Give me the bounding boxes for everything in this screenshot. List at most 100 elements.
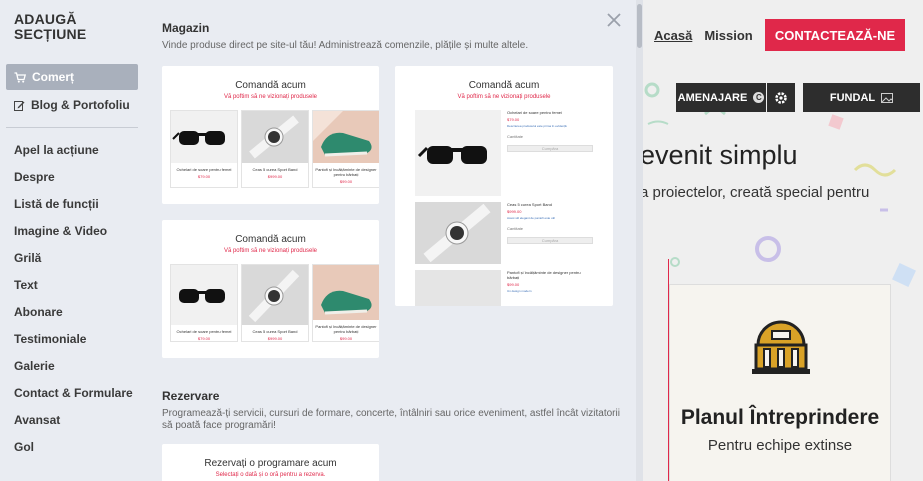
close-icon[interactable] [605, 11, 623, 29]
sidebar-item-contact[interactable]: Contact & Formulare [6, 380, 138, 406]
scrollbar-thumb[interactable] [637, 4, 642, 48]
panel-title: ADAUGĂ SECȚIUNE [14, 12, 86, 42]
watch-image [242, 265, 308, 325]
product-name: Pantofi și încălțăminte de designer pent… [507, 270, 581, 280]
product-price: $99.00 [507, 282, 520, 287]
product-name: Ochelari de soare pentru femei [176, 167, 232, 172]
building-icon [752, 320, 810, 374]
scrollbar[interactable] [636, 0, 643, 481]
shoe-image [313, 111, 379, 163]
product-price: $79.00 [197, 174, 211, 179]
section-title-booking: Rezervare [162, 389, 220, 403]
sidebar-item-blog[interactable]: Blog & Portofoliu [6, 92, 138, 118]
product-card: Ochelari de soare pentru femei $79.00 [170, 264, 238, 342]
list-item: Ceas 5 curea Sport Band $999.00 Acest st… [395, 202, 613, 264]
template-subtitle: Selectați o dată și o oră pentru a rezer… [215, 472, 326, 478]
sidebar-item-advanced[interactable]: Avansat [6, 407, 138, 433]
product-name: Ochelari de soare pentru femei [176, 329, 232, 334]
add-to-cart-label: Cumpăra [541, 146, 559, 151]
section-desc-store: Vinde produse direct pe site-ul tău! Adm… [162, 40, 529, 51]
template-title: Comandă acum [468, 80, 540, 91]
panel-title-line1: ADAUGĂ [14, 11, 77, 27]
product-name: Ceas 5 curea Sport Band [507, 202, 552, 207]
nav-home[interactable]: Acasă [654, 28, 692, 43]
product-card: Ochelari de soare pentru femei $79.00 [170, 110, 238, 188]
panel-title-line2: SECȚIUNE [14, 26, 87, 42]
nav-mission[interactable]: Mission [704, 28, 752, 43]
add-to-cart-label: Cumpăra [541, 238, 559, 243]
sidebar-divider [6, 127, 138, 128]
sidebar-item-gallery[interactable]: Galerie [6, 353, 138, 379]
design-badge: C [753, 92, 765, 103]
sidebar-item-subscribe[interactable]: Abonare [6, 299, 138, 325]
sunglasses-image [171, 265, 237, 325]
template-title: Comandă acum [235, 80, 306, 91]
sidebar-item-testimonials[interactable]: Testimoniale [6, 326, 138, 352]
pricing-card: Planul Întreprindere Pentru echipe extin… [669, 284, 891, 481]
template-subtitle: Vă poftim să ne vizionați produsele [457, 94, 551, 100]
product-price: $79.00 [507, 117, 520, 122]
store-template-cards[interactable]: Comandă acum Vă poftim să ne vizionați p… [162, 220, 379, 358]
section-templates: Magazin Vinde produse direct pe site-ul … [146, 0, 636, 481]
product-price: $79.00 [197, 336, 211, 341]
hero-subtitle: a proiectelor, creată special pentru [640, 184, 870, 201]
edit-icon [14, 100, 25, 111]
product-name: Pantofi și încălțăminte de designer pent… [315, 167, 377, 177]
sidebar-item-text[interactable]: Text [6, 272, 138, 298]
shoe-image [313, 265, 379, 320]
design-button[interactable]: AMENAJARE C [676, 83, 766, 112]
sidebar-item-cta[interactable]: Apel la acțiune [6, 137, 138, 163]
sidebar-item-empty[interactable]: Gol [6, 434, 138, 460]
product-name: Ceas 5 curea Sport Band [252, 329, 298, 334]
store-template-grid[interactable]: Comandă acum Vă poftim să ne vizionați p… [162, 66, 379, 204]
category-sidebar: ADAUGĂ SECȚIUNE Comerț Blog & Portofoliu… [0, 0, 146, 481]
sidebar-item-commerce[interactable]: Comerț [6, 64, 138, 90]
image-icon [881, 92, 894, 103]
section-title-store: Magazin [162, 21, 210, 35]
product-name: Ceas 5 curea Sport Band [252, 167, 298, 172]
background-button[interactable]: FUNDAL [803, 83, 920, 112]
product-price: $999.00 [267, 336, 283, 341]
product-name: Ochelari de soare pentru femei [507, 110, 562, 115]
watch-image [242, 111, 308, 163]
watch-image [415, 202, 501, 264]
product-price: $99.00 [339, 336, 353, 341]
sidebar-item-label: Comerț [32, 70, 75, 84]
add-to-cart-button: Cumpăra [507, 237, 593, 244]
hero-title: evenit simplu [640, 140, 798, 170]
product-price: $99.00 [339, 179, 353, 184]
sidebar-item-grid[interactable]: Grilă [6, 245, 138, 271]
template-subtitle: Vă poftim să ne vizionați produsele [223, 248, 318, 254]
product-card: Ceas 5 curea Sport Band $999.00 [241, 110, 309, 188]
contact-button[interactable]: CONTACTEAZĂ-NE [765, 19, 905, 51]
list-item: Pantofi și încălțăminte de designer pent… [395, 270, 613, 306]
product-description: Un design modern [507, 289, 532, 293]
sidebar-item-features[interactable]: Listă de funcții [6, 191, 138, 217]
gear-icon[interactable] [767, 83, 795, 112]
sunglasses-image [171, 111, 237, 163]
list-item: Ochelari de soare pentru femei $79.00 De… [395, 110, 613, 196]
add-to-cart-button: Cumpăra [507, 145, 593, 152]
booking-template[interactable]: Rezervați o programare acum Selectați o … [162, 444, 379, 481]
sidebar-item-image-video[interactable]: Imagine & Video [6, 218, 138, 244]
quantity-label: Cantitate [507, 134, 524, 139]
template-title: Comandă acum [235, 234, 306, 245]
product-card: Ceas 5 curea Sport Band $999.00 [241, 264, 309, 342]
product-card: Pantofi și încălțăminte de designer pent… [312, 264, 379, 342]
shoe-image [415, 270, 501, 306]
background-button-label: FUNDAL [829, 91, 876, 104]
product-price: $999.00 [507, 209, 522, 214]
template-title: Rezervați o programare acum [204, 458, 337, 469]
cart-icon [14, 71, 26, 83]
product-description: Acest stil elegant de pantofi este util [507, 216, 555, 220]
quantity-label: Cantitate [507, 226, 524, 231]
product-price: $999.00 [267, 174, 283, 179]
card-title: Planul Întreprindere [680, 406, 880, 429]
card-subtitle: Pentru echipe extinse [707, 437, 853, 454]
sidebar-item-about[interactable]: Despre [6, 164, 138, 190]
store-template-list[interactable]: Comandă acum Vă poftim să ne vizionați p… [395, 66, 613, 306]
template-subtitle: Vă poftim să ne vizionați produsele [223, 94, 318, 100]
add-section-panel: ADAUGĂ SECȚIUNE Comerț Blog & Portofoliu… [0, 0, 643, 481]
design-button-label: AMENAJARE [677, 91, 748, 104]
sunglasses-image [415, 110, 501, 196]
